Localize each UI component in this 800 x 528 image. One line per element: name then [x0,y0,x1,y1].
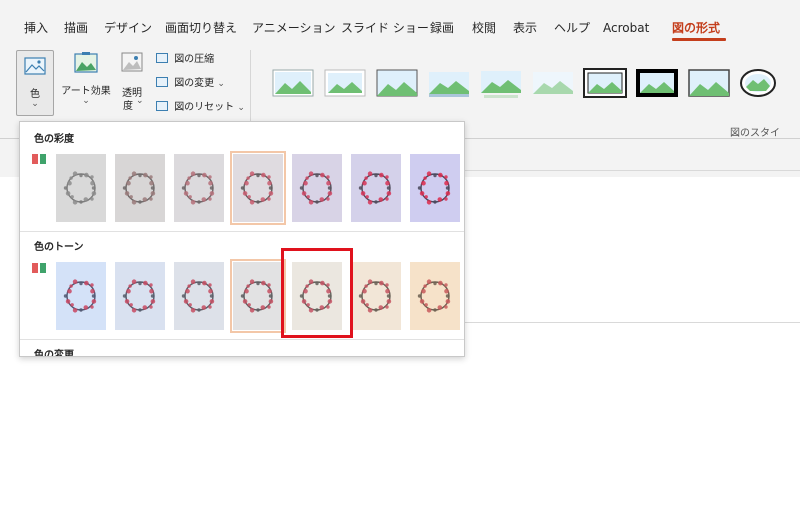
chevron-down-icon: ⌄ [136,96,144,106]
section-divider [20,339,464,340]
picture-style-thumb[interactable] [530,66,576,100]
recolor-section-title: 色の変更 [34,350,74,357]
picture-style-thumb[interactable] [634,66,680,100]
menu-design[interactable]: デザイン [104,20,152,36]
saturation-section-title: 色の彩度 [34,134,74,145]
transparency-icon [121,52,143,72]
annotation-highlight-box [281,248,353,338]
chevron-down-icon: ⌄ [237,103,245,113]
change-picture-button[interactable]: 図の変更 ⌄ [156,77,225,91]
color-button[interactable]: 色 ⌄ [16,50,54,116]
picture-style-thumb[interactable] [736,66,776,100]
picture-styles-group-label: 図のスタイ [730,128,780,139]
picture-style-thumb[interactable] [426,66,472,100]
compress-icon [156,53,168,63]
slide-guide-line [463,170,800,171]
active-tab-underline [672,38,726,41]
transparency-button[interactable]: 透明 度 ⌄ [114,52,150,116]
picture-style-thumb[interactable] [270,66,316,100]
saturation-swatch[interactable] [230,151,286,225]
picture-style-thumb[interactable] [686,66,732,100]
tone-swatch[interactable] [56,262,106,330]
menu-draw[interactable]: 描画 [64,20,88,36]
saturation-swatch[interactable] [292,154,342,222]
menu-view[interactable]: 表示 [513,20,537,36]
reset-picture-icon [156,101,168,111]
art-effects-label: アート効果 [61,86,111,97]
section-divider [20,231,464,232]
slide-guide-line [463,322,800,323]
chevron-down-icon: ⌄ [217,79,225,89]
menu-bar: 挿入 描画 デザイン 画面切り替え アニメーション スライド ショー 録画 校閲… [0,0,800,44]
menu-record[interactable]: 録画 [430,20,454,36]
menu-insert[interactable]: 挿入 [24,20,48,36]
tone-swatch[interactable] [174,262,224,330]
reset-picture-button[interactable]: 図のリセット ⌄ [156,101,245,115]
menu-picture-format[interactable]: 図の形式 [672,20,720,36]
change-picture-label: 図の変更 [174,78,215,89]
menu-slideshow[interactable]: スライド ショー [341,20,429,36]
compress-pictures-button[interactable]: 図の圧縮 [156,53,214,67]
saturation-swatch[interactable] [410,154,460,222]
reset-picture-label: 図のリセット [174,102,235,113]
picture-style-thumb[interactable] [582,66,628,100]
tone-swatch[interactable] [351,262,401,330]
tone-swatch[interactable] [230,259,286,333]
color-dropdown-panel: 色の彩度 色のトーン 色の変更 [19,121,465,357]
art-effects-icon [74,52,98,73]
presets-icon [32,154,46,164]
menu-acrobat[interactable]: Acrobat [603,20,649,36]
tone-section-title: 色のトーン [34,242,84,253]
change-picture-icon [156,77,168,87]
compress-label: 図の圧縮 [174,54,215,65]
picture-style-thumb[interactable] [322,66,368,100]
menu-animations[interactable]: アニメーション [252,20,336,36]
saturation-swatch[interactable] [56,154,106,222]
saturation-swatch[interactable] [174,154,224,222]
presets-icon [32,263,46,273]
menu-transitions[interactable]: 画面切り替え [165,20,237,36]
tone-swatch[interactable] [115,262,165,330]
saturation-swatch[interactable] [115,154,165,222]
saturation-swatch[interactable] [351,154,401,222]
tone-swatch[interactable] [410,262,460,330]
chevron-down-icon: ⌄ [82,96,90,106]
ribbon-separator [250,50,251,122]
chevron-down-icon: ⌄ [31,99,39,109]
transparency-label-2: 度 [123,101,133,112]
menu-review[interactable]: 校閲 [472,20,496,36]
picture-style-thumb[interactable] [478,66,524,100]
art-effects-button[interactable]: アート効果 ⌄ [60,52,112,116]
color-button-label: 色 [30,89,40,100]
menu-help[interactable]: ヘルプ [554,20,590,36]
picture-style-thumb[interactable] [374,66,420,100]
color-picture-icon [24,57,46,75]
